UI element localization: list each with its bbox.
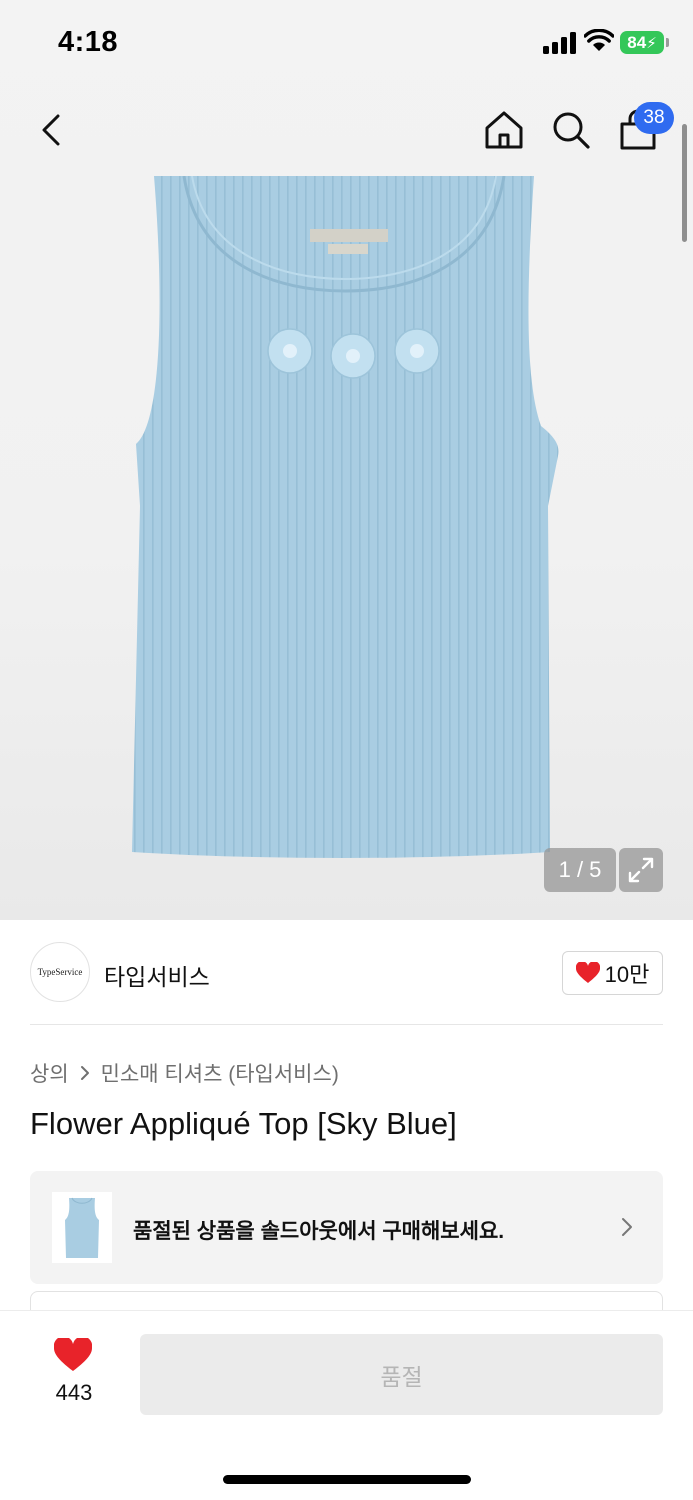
- heart-icon: [575, 962, 600, 983]
- cart-count-badge: 38: [634, 102, 674, 134]
- chevron-right-icon: [622, 1218, 632, 1236]
- battery-indicator: 84 ⚡: [620, 31, 664, 54]
- image-counter: 1 / 5: [544, 848, 616, 892]
- battery-cap: [666, 38, 669, 47]
- wifi-icon: [584, 29, 614, 51]
- heart-icon: [54, 1338, 92, 1371]
- cellular-signal-icon: [543, 32, 576, 54]
- home-button[interactable]: [483, 108, 525, 152]
- product-image[interactable]: [128, 176, 562, 858]
- home-indicator: [223, 1475, 471, 1484]
- back-button[interactable]: [36, 108, 70, 152]
- soldout-product-thumbnail: [52, 1192, 112, 1263]
- chevron-right-icon: [80, 1066, 89, 1080]
- wishlist-button[interactable]: 443: [44, 1336, 104, 1410]
- brand-name[interactable]: 타입서비스: [104, 958, 210, 992]
- breadcrumb-subcategory[interactable]: 민소매 티셔츠 (타입서비스): [101, 1058, 339, 1088]
- brand-row[interactable]: TypeService 타입서비스 10만: [30, 942, 663, 1004]
- expand-image-button[interactable]: [619, 848, 663, 892]
- battery-level: 84: [627, 32, 647, 52]
- scroll-indicator: [682, 124, 687, 242]
- search-icon: [553, 112, 590, 149]
- product-title: Flower Appliqué Top [Sky Blue]: [30, 1106, 457, 1141]
- brand-like-count: 10만: [604, 962, 650, 987]
- soldout-banner[interactable]: 품절된 상품을 솔드아웃에서 구매해보세요.: [30, 1171, 663, 1284]
- breadcrumb-category[interactable]: 상의: [30, 1058, 69, 1088]
- home-icon: [485, 111, 523, 149]
- status-bar: 4:18 84 ⚡: [0, 0, 693, 90]
- chevron-left-icon: [42, 114, 60, 146]
- charging-bolt-icon: ⚡: [646, 34, 657, 52]
- brand-logo-text: TypeService: [37, 967, 83, 977]
- soldout-banner-text: 품절된 상품을 솔드아웃에서 구매해보세요.: [133, 1220, 505, 1243]
- wishlist-count: 443: [55, 1380, 93, 1405]
- expand-icon: [628, 857, 654, 883]
- breadcrumb: 상의 민소매 티셔츠 (타입서비스): [30, 1058, 339, 1088]
- brand-logo[interactable]: TypeService: [30, 942, 90, 1002]
- search-button[interactable]: [550, 108, 592, 152]
- divider: [30, 1024, 663, 1025]
- status-time: 4:18: [58, 26, 119, 58]
- soldout-purchase-button[interactable]: 품절: [140, 1334, 663, 1415]
- brand-like-button[interactable]: 10만: [562, 951, 663, 995]
